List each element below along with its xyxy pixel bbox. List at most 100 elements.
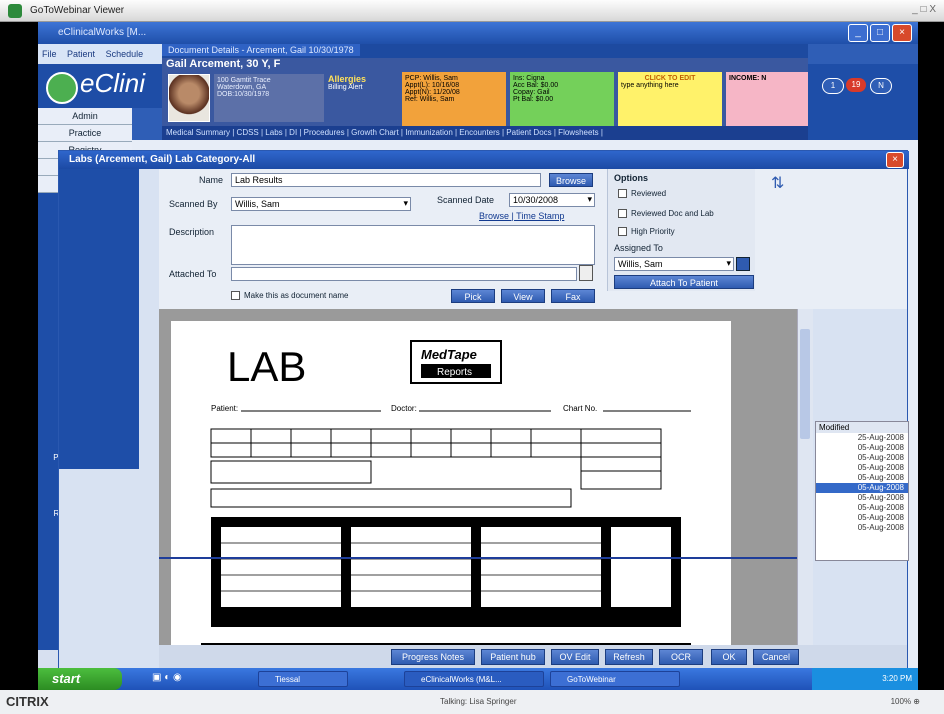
income-label: INCOME: N: [729, 75, 767, 82]
progress-notes-button[interactable]: Progress Notes: [391, 649, 475, 665]
browse-button[interactable]: Browse: [549, 173, 593, 187]
maximize-button[interactable]: □: [870, 24, 890, 42]
nav-tab-admin[interactable]: Admin: [38, 108, 132, 125]
minimize-button[interactable]: _: [848, 24, 868, 42]
assigned-to-label: Assigned To: [614, 243, 663, 253]
description-textarea[interactable]: [231, 225, 595, 265]
clock: 3:20 PM: [882, 674, 912, 683]
sticky-note-box[interactable]: CLICK TO EDIT type anything here: [618, 72, 722, 126]
notification-badge[interactable]: N: [870, 78, 892, 94]
info-line: PCP: Willis, Sam: [405, 75, 458, 82]
scanned-document-viewer[interactable]: LAB MedTape Reports Patient: Doctor: Cha…: [159, 309, 797, 645]
ok-button[interactable]: OK: [711, 649, 747, 665]
menu-patient[interactable]: Patient: [67, 49, 95, 59]
document-details-tab[interactable]: Document Details - Arcement, Gail 10/30/…: [162, 44, 360, 56]
list-item[interactable]: 05-Aug-2008: [816, 463, 908, 473]
patient-hub-links[interactable]: Medical Summary | CDSS | Labs | DI | Pro…: [162, 126, 808, 140]
ecw-menubar: File Patient Schedule: [38, 44, 162, 64]
attach-to-patient-button[interactable]: Attach To Patient: [614, 275, 754, 289]
ov-edit-button[interactable]: OV Edit: [551, 649, 599, 665]
modified-column-header[interactable]: Modified: [816, 422, 908, 433]
counter-badge[interactable]: 1: [822, 78, 844, 94]
close-button[interactable]: ×: [892, 24, 912, 42]
info-line: Copay: Gail: [513, 89, 550, 96]
doctor-line-label: Doctor:: [391, 404, 417, 413]
sort-arrows-icon[interactable]: ⇅: [771, 173, 784, 193]
patient-name: Gail Arcement, 30 Y, F: [166, 58, 281, 70]
assign-lookup-icon[interactable]: [736, 257, 750, 271]
reviewed-doc-lab-checkbox[interactable]: Reviewed Doc and Lab: [618, 209, 714, 219]
scrollbar-thumb[interactable]: [800, 329, 810, 439]
patient-hub-button[interactable]: Patient hub: [481, 649, 545, 665]
ecw-titlebar: eClinicalWorks [M... _ □ ×: [38, 22, 918, 44]
fax-button[interactable]: Fax: [551, 289, 595, 303]
nav-tab-practice[interactable]: Practice: [38, 125, 132, 142]
taskbar-item-eclinicalworks[interactable]: eClinicalWorks (M&L...: [404, 671, 544, 687]
info-line: Appt(L): 10/16/08: [405, 82, 460, 89]
menu-file[interactable]: File: [42, 49, 57, 59]
reports-logo-text: Reports: [437, 367, 472, 378]
chevron-down-icon: ▾: [587, 194, 592, 204]
taskbar-item-tiessal[interactable]: Tiessal: [258, 671, 348, 687]
zoom-level[interactable]: 100% ⊕: [891, 697, 920, 706]
attach-file-icon[interactable]: [579, 265, 593, 281]
allergies-panel[interactable]: Allergies Billing Alert: [328, 74, 398, 122]
attached-to-field[interactable]: [231, 267, 577, 281]
description-label: Description: [169, 227, 215, 237]
high-priority-label: High Priority: [631, 227, 675, 236]
attached-to-label: Attached To: [169, 269, 217, 279]
name-field[interactable]: Lab Results: [231, 173, 541, 187]
patient-photo: [168, 74, 210, 122]
reviewed-checkbox[interactable]: Reviewed: [618, 189, 666, 199]
viewer-window-controls[interactable]: _ □ X: [912, 4, 936, 15]
make-document-name-checkbox[interactable]: Make this as document name: [231, 291, 349, 301]
income-box[interactable]: INCOME: N: [726, 72, 808, 126]
gotowebinar-logo-icon: [8, 4, 22, 18]
system-tray: 3:20 PM: [812, 668, 918, 690]
list-item-selected[interactable]: 05-Aug-2008: [816, 483, 908, 493]
reviewed-doc-lab-label: Reviewed Doc and Lab: [631, 209, 714, 218]
scanned-by-label: Scanned By: [169, 199, 218, 209]
scanned-by-select[interactable]: Willis, Sam ▾: [231, 197, 411, 211]
provider-info-box: PCP: Willis, Sam Appt(L): 10/16/08 Appt(…: [402, 72, 506, 126]
taskbar-item-gotowebinar[interactable]: GoToWebinar: [550, 671, 680, 687]
dialog-close-button[interactable]: ×: [886, 152, 904, 168]
alert-badge[interactable]: 19: [846, 78, 866, 92]
patient-header: Gail Arcement, 30 Y, F 100 Gamtit Trace …: [162, 58, 808, 126]
list-item[interactable]: 05-Aug-2008: [816, 453, 908, 463]
address-line: Waterdown, GA: [217, 84, 267, 91]
document-scrollbar[interactable]: [797, 309, 813, 645]
scanned-date-field[interactable]: 10/30/2008 ▾: [509, 193, 595, 207]
menu-schedule[interactable]: Schedule: [106, 49, 144, 59]
list-item[interactable]: 05-Aug-2008: [816, 513, 908, 523]
list-item[interactable]: 25-Aug-2008: [816, 433, 908, 443]
view-button[interactable]: View: [501, 289, 545, 303]
refresh-button[interactable]: Refresh: [605, 649, 653, 665]
options-panel: Options Reviewed Reviewed Doc and Lab Hi…: [607, 169, 755, 291]
windows-taskbar: start ▣ ◐ ◉ Tiessal eClinicalWorks (M&L.…: [38, 668, 918, 690]
quick-launch-icons[interactable]: ▣ ◐ ◉: [152, 672, 212, 686]
high-priority-checkbox[interactable]: High Priority: [618, 227, 675, 237]
list-item[interactable]: 05-Aug-2008: [816, 523, 908, 533]
handwritten-lab-text: LAB: [227, 343, 306, 390]
list-item[interactable]: 05-Aug-2008: [816, 473, 908, 483]
info-line: Pt Bal: $0.00: [513, 96, 554, 103]
document-details-titlebar: Document Details - Arcement, Gail 10/30/…: [162, 44, 808, 58]
ecw-window-title: eClinicalWorks [M...: [58, 27, 147, 38]
documents-list[interactable]: Modified 25-Aug-2008 05-Aug-2008 05-Aug-…: [815, 421, 909, 561]
patient-dob: DOB:10/30/1978: [217, 91, 270, 98]
list-item[interactable]: 05-Aug-2008: [816, 443, 908, 453]
ecw-logo-icon: [46, 72, 78, 104]
list-item[interactable]: 05-Aug-2008: [816, 493, 908, 503]
medtape-logo-text: MedTape: [421, 347, 477, 362]
cancel-button[interactable]: Cancel: [753, 649, 799, 665]
scanned-by-value: Willis, Sam: [235, 199, 280, 209]
list-item[interactable]: 05-Aug-2008: [816, 503, 908, 513]
ocr-button[interactable]: OCR: [659, 649, 703, 665]
browse-timestamp-links[interactable]: Browse | Time Stamp: [479, 211, 564, 221]
patient-address: 100 Gamtit Trace Waterdown, GA DOB:10/30…: [214, 74, 324, 122]
start-button[interactable]: start: [38, 668, 122, 690]
assigned-to-select[interactable]: Willis, Sam ▾: [614, 257, 734, 271]
document-form: Name Lab Results Browse Scanned By Willi…: [159, 169, 907, 309]
pick-button[interactable]: Pick: [451, 289, 495, 303]
